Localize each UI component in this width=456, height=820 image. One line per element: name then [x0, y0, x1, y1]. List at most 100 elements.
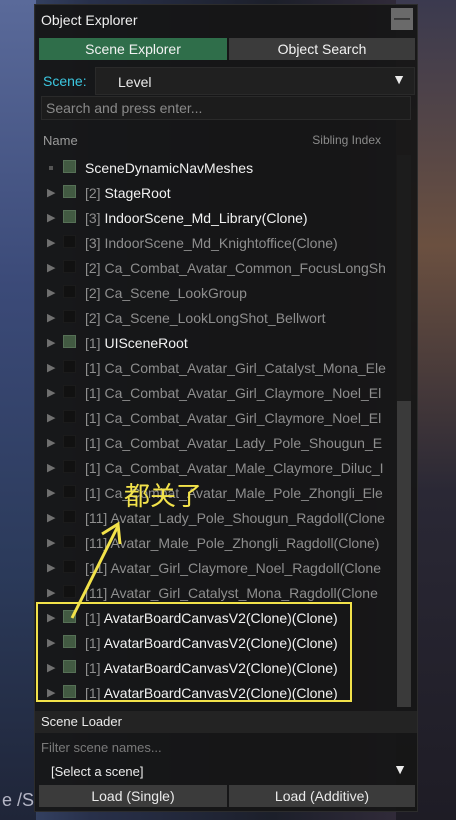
annotation-arrow-icon	[70, 521, 122, 619]
expand-arrow-icon[interactable]: ▶	[47, 311, 55, 324]
expand-arrow-icon[interactable]: ▶	[47, 561, 55, 574]
sibling-index-prefix: [2]	[85, 260, 101, 276]
active-toggle-checkbox[interactable]	[63, 460, 76, 473]
chevron-down-icon: ▼	[392, 71, 406, 87]
active-toggle-checkbox[interactable]	[63, 335, 76, 348]
scene-loader-title: Scene Loader	[41, 714, 122, 729]
sibling-index-prefix: [1]	[85, 460, 101, 476]
tree-row-name: Ca_Combat_Avatar_Girl_Catalyst_Mona_Ele	[104, 360, 386, 376]
tree-row[interactable]: ▶ [3] IndoorScene_Md_Library(Clone)	[35, 205, 395, 230]
sibling-index-prefix: [2]	[85, 285, 101, 301]
active-toggle-checkbox[interactable]	[63, 185, 76, 198]
sibling-index-prefix: [1]	[85, 385, 101, 401]
scene-filter-input[interactable]	[41, 737, 411, 757]
tree-row-label: SceneDynamicNavMeshes	[85, 160, 254, 176]
tree-row[interactable]: ▶ [2] Ca_Scene_LookLongShot_Bellwort	[35, 305, 395, 330]
active-toggle-checkbox[interactable]	[63, 360, 76, 373]
tree-row-label: [1] Ca_Combat_Avatar_Lady_Pole_Shougun_E	[85, 435, 382, 451]
tree-row-name: Avatar_Girl_Catalyst_Mona_Ragdoll(Clone	[110, 585, 378, 601]
sibling-index-prefix: [3]	[85, 210, 101, 226]
expand-arrow-icon[interactable]: ▶	[47, 211, 55, 224]
tree-scrollbar[interactable]	[397, 155, 411, 707]
tree-row[interactable]: ▶ [1] Ca_Combat_Avatar_Male_Pole_Zhongli_…	[35, 480, 395, 505]
expand-arrow-icon[interactable]: ▶	[47, 511, 55, 524]
tree-row[interactable]: ▶ [1] Ca_Combat_Avatar_Girl_Catalyst_Mona…	[35, 355, 395, 380]
active-toggle-checkbox[interactable]	[63, 410, 76, 423]
tree-row[interactable]: ▶ [1] UISceneRoot	[35, 330, 395, 355]
tree-row[interactable]: SceneDynamicNavMeshes	[35, 155, 395, 180]
sibling-index-prefix: [1]	[85, 360, 101, 376]
tree-row-name: UISceneRoot	[104, 335, 188, 351]
tree-row[interactable]: ▶ [1] Ca_Combat_Avatar_Lady_Pole_Shougun_…	[35, 430, 395, 455]
tree-row-name: Ca_Combat_Avatar_Girl_Claymore_Noel_El	[104, 410, 382, 426]
expand-arrow-icon[interactable]: ▶	[47, 386, 55, 399]
expand-arrow-icon[interactable]: ▶	[47, 236, 55, 249]
background-left	[0, 0, 36, 820]
tab-object-search[interactable]: Object Search	[229, 38, 415, 60]
tree-row-name: Avatar_Male_Pole_Zhongli_Ragdoll(Clone)	[110, 535, 380, 551]
tree-row-label: [1] Ca_Combat_Avatar_Girl_Catalyst_Mona_…	[85, 360, 386, 376]
expand-arrow-icon[interactable]: ▶	[47, 286, 55, 299]
search-input[interactable]	[41, 96, 411, 120]
active-toggle-checkbox[interactable]	[63, 160, 76, 173]
active-toggle-checkbox[interactable]	[63, 485, 76, 498]
tree-row-name: Ca_Combat_Avatar_Lady_Pole_Shougun_E	[104, 435, 383, 451]
active-toggle-checkbox[interactable]	[63, 385, 76, 398]
active-toggle-checkbox[interactable]	[63, 285, 76, 298]
window-title: Object Explorer	[41, 12, 138, 28]
tree-row[interactable]: ▶ [1] Ca_Combat_Avatar_Girl_Claymore_Noel…	[35, 405, 395, 430]
sibling-index-prefix: [3]	[85, 235, 101, 251]
active-toggle-checkbox[interactable]	[63, 310, 76, 323]
sibling-index-prefix: [1]	[85, 335, 101, 351]
tree-row-name: Ca_Scene_LookLongShot_Bellwort	[104, 310, 326, 326]
leaf-dot-icon	[49, 166, 53, 170]
scene-select-value: [Select a scene]	[51, 764, 144, 779]
expand-arrow-icon[interactable]: ▶	[47, 186, 55, 199]
scene-dropdown[interactable]: Level ▼	[95, 67, 415, 95]
expand-arrow-icon[interactable]: ▶	[47, 536, 55, 549]
tree-row-name: Ca_Combat_Avatar_Common_FocusLongSh	[104, 260, 386, 276]
tab-scene-explorer[interactable]: Scene Explorer	[39, 38, 227, 60]
scene-loader-header: Scene Loader	[35, 711, 417, 733]
tree-row-label: [2] Ca_Combat_Avatar_Common_FocusLongSh	[85, 260, 386, 276]
tree-row[interactable]: ▶ [2] Ca_Combat_Avatar_Common_FocusLongSh	[35, 255, 395, 280]
tree-row-label: [3] IndoorScene_Md_Library(Clone)	[85, 210, 308, 226]
expand-arrow-icon[interactable]: ▶	[47, 586, 55, 599]
sibling-index-prefix: [1]	[85, 435, 101, 451]
tree-row[interactable]: ▶ [1] Ca_Combat_Avatar_Girl_Claymore_Noel…	[35, 380, 395, 405]
expand-arrow-icon[interactable]: ▶	[47, 336, 55, 349]
tree-scrollbar-thumb[interactable]	[397, 401, 411, 707]
tree-header: Name Sibling Index	[35, 127, 415, 151]
expand-arrow-icon[interactable]: ▶	[47, 361, 55, 374]
tree-row-name: IndoorScene_Md_Knightoffice(Clone)	[104, 235, 338, 251]
tree-row-name: Avatar_Girl_Claymore_Noel_Ragdoll(Clone	[110, 560, 381, 576]
tree-row[interactable]: ▶ [1] Ca_Combat_Avatar_Male_Claymore_Dilu…	[35, 455, 395, 480]
expand-arrow-icon[interactable]: ▶	[47, 436, 55, 449]
expand-arrow-icon[interactable]: ▶	[47, 461, 55, 474]
scene-dropdown-value: Level	[118, 74, 152, 90]
column-sibling-index: Sibling Index	[312, 133, 381, 147]
active-toggle-checkbox[interactable]	[63, 435, 76, 448]
expand-arrow-icon[interactable]: ▶	[47, 411, 55, 424]
expand-arrow-icon[interactable]: ▶	[47, 261, 55, 274]
scene-select-dropdown[interactable]: [Select a scene] ▼	[39, 759, 415, 783]
tree-row[interactable]: ▶ [2] StageRoot	[35, 180, 395, 205]
expand-arrow-icon[interactable]: ▶	[47, 486, 55, 499]
tree-row[interactable]: ▶ [3] IndoorScene_Md_Knightoffice(Clone)	[35, 230, 395, 255]
tree-row-name: IndoorScene_Md_Library(Clone)	[104, 210, 308, 226]
minimize-button[interactable]: —	[391, 8, 413, 30]
tree-row-name: StageRoot	[104, 185, 171, 201]
active-toggle-checkbox[interactable]	[63, 235, 76, 248]
tree-row[interactable]: ▶ [2] Ca_Scene_LookGroup	[35, 280, 395, 305]
tab-bar: Scene Explorer Object Search	[39, 38, 415, 60]
sibling-index-prefix: [1]	[85, 485, 101, 501]
scene-row: Scene: Level ▼	[39, 67, 415, 95]
background-text: e /S	[2, 790, 35, 810]
active-toggle-checkbox[interactable]	[63, 210, 76, 223]
load-additive-button[interactable]: Load (Additive)	[229, 785, 415, 807]
active-toggle-checkbox[interactable]	[63, 260, 76, 273]
tree-row-label: [2] Ca_Scene_LookGroup	[85, 285, 247, 301]
load-single-button[interactable]: Load (Single)	[39, 785, 227, 807]
sibling-index-prefix: [1]	[85, 410, 101, 426]
title-bar[interactable]: Object Explorer —	[35, 5, 417, 35]
